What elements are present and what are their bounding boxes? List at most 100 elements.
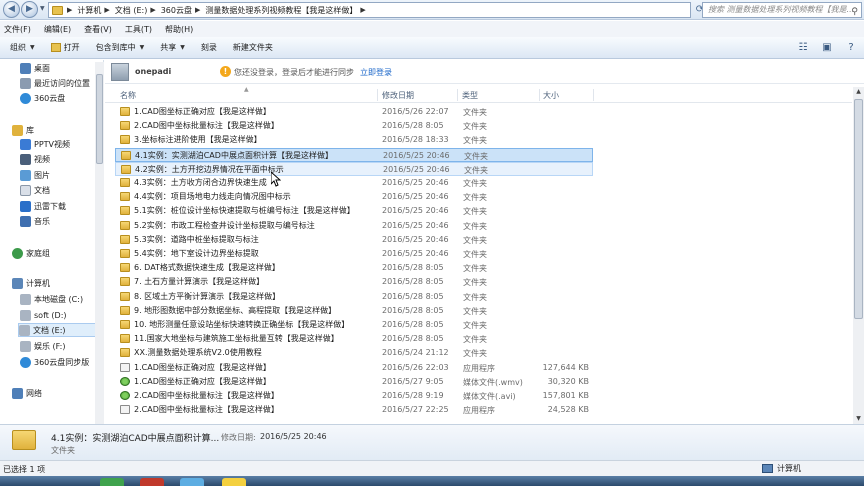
- nav-item-pptv[interactable]: PPTV视频: [20, 137, 70, 151]
- burn-button[interactable]: 刻录: [201, 42, 217, 53]
- taskbar-app-icon[interactable]: [100, 478, 124, 486]
- help-icon[interactable]: ?: [844, 41, 858, 55]
- history-dropdown-icon[interactable]: ▼: [40, 5, 45, 12]
- documents-icon: [20, 184, 31, 196]
- nav-item-pictures[interactable]: 图片: [20, 168, 50, 182]
- chevron-right-icon[interactable]: ▶: [67, 6, 72, 14]
- open-label: 打开: [63, 43, 80, 52]
- nav-item-network[interactable]: 网络: [12, 386, 42, 400]
- nav-item-homegroup[interactable]: 家庭组: [12, 246, 50, 260]
- file-row[interactable]: 4.2实例：土方开挖边界情况在平面中标示 2016/5/25 20:46 文件夹: [115, 161, 593, 176]
- nav-item-label: 360云盘: [34, 93, 66, 103]
- scroll-up-icon[interactable]: ▲: [853, 87, 864, 97]
- column-divider[interactable]: [377, 89, 378, 101]
- chevron-right-icon[interactable]: ▶: [150, 6, 155, 14]
- forward-button[interactable]: ▶: [21, 1, 38, 18]
- file-row[interactable]: 8. 区域土方平衡计算演示【我是这样做】 2016/5/28 8:05 文件夹: [115, 290, 593, 304]
- file-type: 文件夹: [463, 136, 487, 146]
- search-input[interactable]: 搜索 测量数据处理系列视频教程【我是... ⚲: [702, 2, 862, 18]
- file-row[interactable]: 4.3实例：土方收方闭合边界快速生成 2016/5/25 20:46 文件夹: [115, 176, 593, 190]
- file-row[interactable]: 2.CAD图中坐标批量标注【我是这样做】 2016/5/28 9:19 媒体文件(.…: [115, 389, 593, 403]
- nav-item-music[interactable]: 音乐: [20, 214, 50, 228]
- nav-item-xunlei[interactable]: 迅雷下载: [20, 199, 66, 213]
- taskbar-app-icon[interactable]: [180, 478, 204, 486]
- address-box[interactable]: ▶ 计算机 ▶ 文档 (E:) ▶ 360云盘 ▶ 测量数据处理系列视频教程【我…: [48, 2, 691, 18]
- nav-item-360-sync[interactable]: 360云盘同步版: [20, 355, 89, 369]
- chevron-right-icon[interactable]: ▶: [104, 6, 109, 14]
- file-row[interactable]: 5.2实例：市政工程检查井设计坐标提取与编号标注 2016/5/25 20:46 文…: [115, 219, 593, 233]
- file-row[interactable]: 1.CAD图坐标正确对应【我是这样做】 2016/5/26 22:03 应用程序 12…: [115, 361, 593, 375]
- menu-edit[interactable]: 编辑(E): [44, 24, 71, 35]
- breadcrumb-drive-e[interactable]: 文档 (E:): [115, 5, 148, 16]
- nav-item-drive-f[interactable]: 娱乐 (F:): [20, 339, 65, 353]
- file-date: 2016/5/27 9:05: [382, 376, 444, 386]
- folder-icon: [120, 320, 130, 329]
- breadcrumb-current-folder[interactable]: 测量数据处理系列视频教程【我是这样做】: [205, 5, 357, 16]
- open-button[interactable]: 打开: [50, 42, 80, 53]
- file-row[interactable]: 5.4实例：地下室设计边界坐标提取 2016/5/25 20:46 文件夹: [115, 247, 593, 261]
- column-date[interactable]: 修改日期: [382, 90, 414, 101]
- login-link[interactable]: 立即登录: [360, 67, 392, 78]
- nav-item-desktop[interactable]: 桌面: [20, 61, 50, 75]
- file-type: 文件夹: [463, 207, 487, 217]
- file-row[interactable]: 10. 地形测量任意设站坐标快速转换正确坐标【我是这样做】 2016/5/28 8…: [115, 318, 593, 332]
- nav-item-computer[interactable]: 计算机: [12, 276, 50, 290]
- file-row[interactable]: 1.CAD图坐标正确对应【我是这样做】 2016/5/27 9:05 媒体文件(.w…: [115, 375, 593, 389]
- sort-arrow-icon: ▲: [244, 86, 249, 93]
- file-name-cell: XX.测量数据处理系统V2.0使用教程: [120, 347, 262, 358]
- menu-file[interactable]: 文件(F): [4, 24, 31, 35]
- column-divider[interactable]: [593, 89, 594, 101]
- column-divider[interactable]: [457, 89, 458, 101]
- file-row[interactable]: 5.1实例：桩位设计坐标快速提取与桩编号标注【我是这样做】 2016/5/25 2…: [115, 204, 593, 218]
- file-row[interactable]: 4.1实例：实测湖泊CAD中展点面积计算【我是这样做】 2016/5/25 20:…: [115, 147, 593, 162]
- file-row[interactable]: 1.CAD图坐标正确对应【我是这样做】 2016/5/26 22:07 文件夹: [115, 105, 593, 119]
- column-name[interactable]: 名称: [120, 90, 136, 101]
- file-row[interactable]: 5.3实例：道路中桩坐标提取与标注 2016/5/25 20:46 文件夹: [115, 233, 593, 247]
- column-type[interactable]: 类型: [462, 90, 478, 101]
- file-row[interactable]: XX.测量数据处理系统V2.0使用教程 2016/5/24 21:12 文件夹: [115, 346, 593, 360]
- file-row[interactable]: 4.4实例：项目场地电力线走向情况图中标示 2016/5/25 20:46 文件夹: [115, 190, 593, 204]
- chevron-right-icon[interactable]: ▶: [360, 6, 365, 14]
- nav-scrollbar-thumb[interactable]: [96, 74, 103, 164]
- file-row[interactable]: 2.CAD图中坐标批量标注【我是这样做】 2016/5/27 22:25 应用程序 2…: [115, 403, 593, 417]
- view-options-icon[interactable]: ☷: [796, 41, 810, 55]
- breadcrumb-360yunpan[interactable]: 360云盘: [161, 5, 192, 16]
- menu-view[interactable]: 查看(V): [84, 24, 112, 35]
- file-row[interactable]: 2.CAD图中坐标批量标注【我是这样做】 2016/5/28 8:05 文件夹: [115, 119, 593, 133]
- file-date: 2016/5/28 8:05: [382, 334, 444, 344]
- nav-item-videos[interactable]: 视频: [20, 152, 50, 166]
- search-icon[interactable]: ⚲: [851, 5, 858, 17]
- nav-item-recent-places[interactable]: 最近访问的位置: [20, 76, 90, 90]
- chevron-right-icon[interactable]: ▶: [195, 6, 200, 14]
- nav-item-libraries[interactable]: 库: [12, 123, 34, 137]
- breadcrumb-computer[interactable]: 计算机: [77, 5, 101, 16]
- include-in-library-button[interactable]: 包含到库中 ▼: [96, 42, 145, 53]
- scroll-down-icon[interactable]: ▼: [853, 414, 864, 424]
- share-button[interactable]: 共享 ▼: [160, 42, 185, 53]
- file-row[interactable]: 11.国家大地坐标与建筑施工坐标批量互转【我是这样做】 2016/5/28 8:0…: [115, 332, 593, 346]
- file-name-cell: 3.坐标标注进阶使用【我是这样做】: [120, 134, 262, 145]
- nav-item-drive-d[interactable]: soft (D:): [20, 308, 67, 322]
- file-row[interactable]: 6. DAT格式数据快速生成【我是这样做】 2016/5/28 8:05 文件夹: [115, 261, 593, 275]
- column-size[interactable]: 大小: [543, 90, 559, 101]
- nav-item-360yunpan[interactable]: 360云盘: [20, 91, 65, 105]
- file-row[interactable]: 7. 土石方量计算演示【我是这样做】 2016/5/28 8:05 文件夹: [115, 275, 593, 289]
- column-divider[interactable]: [539, 89, 540, 101]
- file-list-scrollbar[interactable]: ▲ ▼: [853, 87, 864, 424]
- taskbar-app-icon[interactable]: [140, 478, 164, 486]
- file-row[interactable]: 9. 地形图数据中部分数据坐标、高程提取【我是这样做】 2016/5/28 8:0…: [115, 304, 593, 318]
- file-type: 文件夹: [463, 292, 487, 302]
- preview-pane-icon[interactable]: ▣: [820, 41, 834, 55]
- file-row[interactable]: 3.坐标标注进阶使用【我是这样做】 2016/5/28 18:33 文件夹: [115, 133, 593, 147]
- organize-button[interactable]: 组织 ▼: [10, 42, 35, 53]
- nav-item-documents[interactable]: 文档: [20, 183, 50, 197]
- menu-tools[interactable]: 工具(T): [125, 24, 152, 35]
- back-button[interactable]: ◀: [3, 1, 20, 18]
- file-list-scrollbar-thumb[interactable]: [854, 99, 863, 319]
- nav-scrollbar[interactable]: [95, 62, 104, 424]
- taskbar-app-icon[interactable]: [222, 478, 246, 486]
- menu-help[interactable]: 帮助(H): [165, 24, 193, 35]
- new-folder-button[interactable]: 新建文件夹: [233, 42, 273, 53]
- nav-item-drive-e[interactable]: 文档 (E:): [18, 323, 96, 337]
- nav-item-drive-c[interactable]: 本地磁盘 (C:): [20, 292, 83, 306]
